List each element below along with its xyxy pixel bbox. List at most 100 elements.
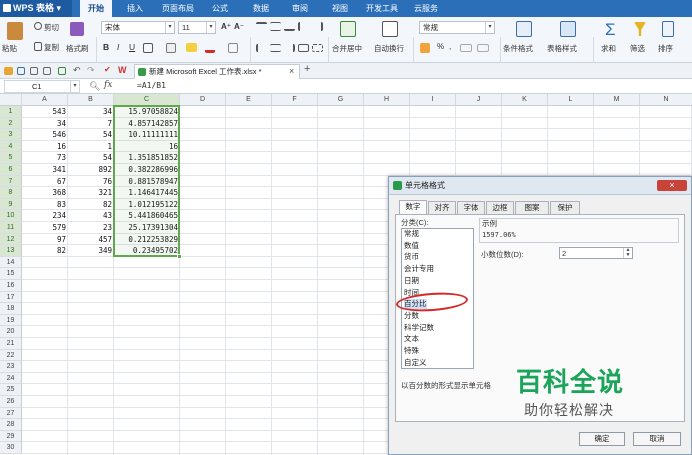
row-header[interactable]: 28 [0,419,22,431]
category-item[interactable]: 货币 [404,252,419,262]
paste-icon[interactable] [7,22,23,40]
cell[interactable]: 54 [68,129,114,141]
align-middle-icon[interactable] [270,22,281,31]
save-icon[interactable] [17,67,25,75]
wrap-text-icon[interactable] [382,21,398,37]
number-format-select[interactable]: 常规 ▾ [419,21,495,34]
font-grow-button[interactable]: A⁺ [221,22,231,31]
row-header[interactable]: 8 [0,187,22,199]
align-bottom-icon[interactable] [284,22,295,31]
dialog-title-bar[interactable]: 单元格格式 × [389,177,691,195]
column-header-i[interactable]: I [410,94,456,106]
align-center-icon[interactable] [270,44,281,52]
wps-cloud-icon[interactable]: W [118,65,127,75]
column-header-d[interactable]: D [180,94,226,106]
category-item[interactable]: 数值 [404,241,419,251]
row-header[interactable]: 9 [0,198,22,211]
cell[interactable]: 349 [68,245,114,257]
cell[interactable]: 67 [22,176,68,188]
cell[interactable]: 543 [22,106,68,118]
category-item[interactable]: 常规 [404,229,419,239]
cell[interactable]: 341 [22,164,68,176]
column-header-h[interactable]: H [364,94,410,106]
table-style-button[interactable]: 表格样式 [547,43,577,54]
dialog-tab-protection[interactable]: 保护 [550,201,580,214]
row-header[interactable]: 1 [0,106,22,118]
print-preview-icon[interactable] [43,67,51,75]
dialog-tab-number[interactable]: 数字 [399,200,427,214]
tab-developer[interactable]: 开发工具 [362,0,402,17]
sort-icon[interactable] [662,21,674,37]
cell[interactable]: 73 [22,152,68,164]
insert-function-button[interactable]: fx [104,80,112,90]
bold-button[interactable]: B [103,42,109,52]
undo-icon[interactable]: ↶ [73,65,81,76]
currency-icon[interactable] [420,43,430,53]
font-name-select[interactable]: 宋体 ▾ [101,21,175,34]
cell[interactable]: 23 [68,222,114,234]
sum-button[interactable]: 求和 [601,43,616,54]
decimal-places-input[interactable]: 2 ▲ ▼ [559,247,633,259]
cell[interactable]: 892 [68,164,114,176]
select-all-corner[interactable] [0,94,22,106]
row-header[interactable]: 3 [0,129,22,141]
row-header[interactable]: 6 [0,164,22,176]
cell[interactable]: 546 [22,129,68,141]
distribute-icon[interactable] [312,44,323,52]
row-header[interactable]: 26 [0,396,22,408]
cell[interactable]: 83 [22,199,68,211]
row-header[interactable]: 10 [0,210,22,222]
row-header[interactable]: 23 [0,361,22,373]
column-header-b[interactable]: B [68,94,114,106]
cell[interactable]: 1 [68,141,114,153]
sum-icon[interactable]: Σ [605,20,616,40]
redo-icon[interactable]: ↷ [87,65,95,76]
category-item[interactable]: 特殊 [404,346,419,356]
column-header-n[interactable]: N [640,94,692,106]
open-folder-icon[interactable] [4,67,13,75]
cell[interactable]: 7 [68,118,114,130]
merge-center-icon[interactable] [340,21,356,37]
export-icon[interactable] [58,67,66,75]
cell[interactable]: 321 [68,187,114,199]
row-header[interactable]: 7 [0,175,22,188]
row-header[interactable]: 25 [0,384,22,396]
cell[interactable]: 34 [68,106,114,118]
category-item[interactable]: 自定义 [404,358,427,368]
close-tab-icon[interactable]: × [289,65,294,78]
decimal-decrease-icon[interactable] [477,44,489,52]
tab-page-layout[interactable]: 页面布局 [158,0,198,17]
fill-color-icon[interactable] [186,43,197,52]
row-header[interactable]: 27 [0,407,22,420]
cell[interactable]: 82 [22,245,68,257]
merge-center-button[interactable]: 合并居中 [332,43,362,54]
row-header[interactable]: 29 [0,430,22,443]
justify-icon[interactable] [298,44,309,52]
cell[interactable]: 457 [68,234,114,246]
tab-home[interactable]: 开始 [80,0,112,17]
spinner-icon[interactable]: ▲ ▼ [623,248,632,258]
format-painter-button[interactable]: 格式刷 [66,43,89,54]
cell[interactable]: 234 [22,210,68,222]
fill-handle[interactable] [177,253,182,259]
category-item[interactable]: 日期 [404,276,419,286]
wrap-text-button[interactable]: 自动换行 [374,43,404,54]
font-shrink-button[interactable]: A⁻ [234,22,244,31]
cell[interactable]: 579 [22,222,68,234]
fill-style-icon[interactable] [166,43,176,53]
conditional-format-button[interactable]: 条件格式 [503,43,533,54]
filter-button[interactable]: 筛选 [630,43,645,54]
dialog-tab-border[interactable]: 边框 [486,201,514,214]
underline-button[interactable]: U [129,42,135,52]
category-item[interactable]: 会计专用 [404,264,434,274]
column-header-f[interactable]: F [272,94,318,106]
row-header[interactable]: 18 [0,303,22,315]
font-size-select[interactable]: 11 ▾ [178,21,216,34]
row-header[interactable]: 20 [0,326,22,338]
row-header[interactable]: 14 [0,256,22,269]
thousands-button[interactable]: , [449,42,451,51]
category-item[interactable]: 文本 [404,334,419,344]
decimal-increase-icon[interactable] [460,44,472,52]
row-header[interactable]: 19 [0,314,22,327]
align-right-icon[interactable] [284,44,295,52]
